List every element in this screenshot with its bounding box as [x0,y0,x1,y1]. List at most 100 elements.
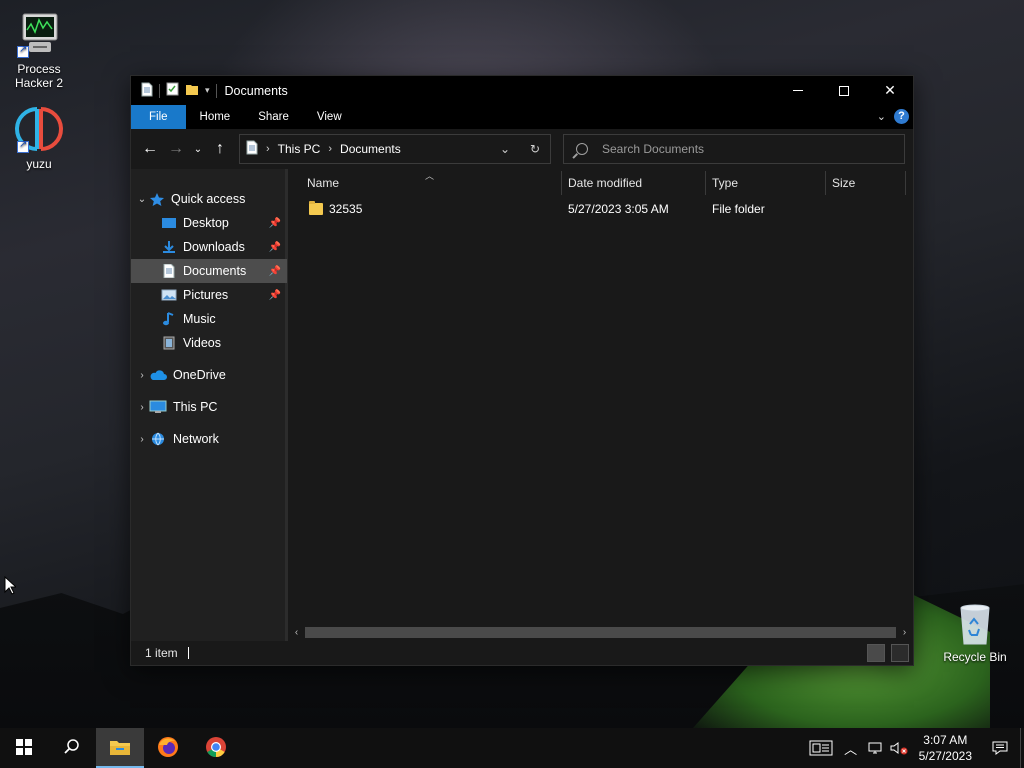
mouse-cursor-icon [4,575,18,598]
sort-ascending-icon: ︿ [425,171,435,181]
volume-muted-icon[interactable] [887,728,911,768]
collapsed-chevron-icon[interactable]: › [135,402,149,413]
horizontal-scrollbar[interactable]: ‹ › [288,624,913,641]
back-arrow-icon: ← [142,140,158,157]
explorer-window: ▾ Documents ✕ File Home Share View ⌄ ? ← [130,75,914,666]
file-row[interactable]: 32535 5/27/2023 3:05 AM File folder [288,197,913,221]
breadcrumb-separator-icon[interactable]: › [328,143,332,155]
back-button[interactable]: ← [139,138,161,160]
breadcrumb-this-pc[interactable]: This PC [278,142,321,156]
collapsed-chevron-icon[interactable]: › [135,370,149,381]
documents-icon [161,263,177,279]
nav-item-downloads[interactable]: Downloads 📌 [131,235,287,259]
help-icon[interactable]: ? [894,109,909,124]
yuzu-icon [15,105,63,153]
column-divider[interactable] [825,171,826,195]
large-icons-view-icon[interactable] [891,644,909,662]
tab-view[interactable]: View [303,105,356,129]
nav-item-music[interactable]: Music [131,307,287,331]
nav-onedrive[interactable]: › OneDrive [131,363,287,387]
nav-this-pc[interactable]: › This PC [131,395,287,419]
file-name-cell: 32535 [309,197,362,221]
column-divider[interactable] [705,171,706,195]
collapsed-chevron-icon[interactable]: › [135,434,149,445]
column-header-size[interactable]: Size [832,169,855,197]
taskbar-firefox[interactable] [144,728,192,768]
nav-item-videos[interactable]: Videos [131,331,287,355]
nav-label: This PC [173,400,218,414]
show-desktop-button[interactable] [1020,728,1024,768]
new-folder-icon[interactable] [185,82,199,99]
search-button[interactable] [48,728,96,768]
navigation-pane: ⌄ Quick access Desktop 📌 Downloads 📌 Doc… [131,169,288,641]
maximize-button[interactable] [821,76,867,105]
breadcrumb-documents[interactable]: Documents [340,142,401,156]
taskbar: ︿ 3:07 AM 5/27/2023 [0,728,1024,768]
desktop-icon-yuzu[interactable]: yuzu [2,105,76,171]
item-count: 1 item [145,646,178,660]
customize-qat-icon[interactable]: ▾ [205,85,210,96]
title-bar[interactable]: ▾ Documents ✕ [131,76,913,105]
news-widget-icon[interactable] [803,728,839,768]
taskbar-file-explorer[interactable] [96,728,144,768]
nav-label: Quick access [171,192,246,206]
show-hidden-icons-chevron-up-icon[interactable]: ︿ [839,728,863,768]
status-bar: 1 item [131,641,913,665]
taskbar-clock[interactable]: 3:07 AM 5/27/2023 [911,732,980,764]
documents-location-icon [246,140,258,158]
music-note-icon [161,312,177,326]
desktop-icon-process-hacker[interactable]: Process Hacker 2 [2,10,76,90]
nav-item-desktop[interactable]: Desktop 📌 [131,211,287,235]
pin-icon[interactable]: 📌 [269,266,281,277]
pin-icon[interactable]: 📌 [269,290,281,301]
shortcut-arrow-icon [17,139,29,153]
pin-icon[interactable]: 📌 [269,218,281,229]
search-placeholder: Search Documents [602,142,705,156]
pin-icon[interactable]: 📌 [269,242,281,253]
forward-button[interactable]: → [165,138,187,160]
nav-network[interactable]: › Network [131,427,287,451]
nav-item-documents[interactable]: Documents 📌 [131,259,287,283]
up-button[interactable]: ↑ [209,138,231,160]
column-header-date-modified[interactable]: Date modified [568,169,642,197]
desktop-icon-recycle-bin[interactable]: Recycle Bin [938,602,1012,664]
notifications-icon[interactable] [980,728,1020,768]
network-icon[interactable] [863,728,887,768]
column-divider[interactable] [905,171,906,195]
search-box[interactable]: Search Documents [563,134,905,164]
breadcrumb-separator-icon[interactable]: › [266,143,270,155]
expand-ribbon-chevron-icon[interactable]: ⌄ [877,110,886,123]
window-title: Documents [224,83,288,98]
content-area: ⌄ Quick access Desktop 📌 Downloads 📌 Doc… [131,169,913,641]
star-icon [149,192,165,206]
recycle-bin-icon [951,602,999,646]
close-icon: ✕ [884,82,896,98]
expanded-chevron-icon[interactable]: ⌄ [135,194,149,205]
desktop-icon-label: Hacker 2 [14,76,64,90]
recent-locations-button[interactable]: ⌄ [191,138,205,160]
properties-icon[interactable] [166,82,179,99]
nav-quick-access[interactable]: ⌄ Quick access [131,187,287,211]
nav-label: Videos [183,336,221,350]
scrollbar-thumb[interactable] [305,627,896,638]
details-view-icon[interactable] [867,644,885,662]
nav-item-pictures[interactable]: Pictures 📌 [131,283,287,307]
nav-label: Network [173,432,219,446]
address-bar[interactable]: › This PC › Documents ⌄ ↻ [239,134,551,164]
nav-label: Documents [183,264,247,278]
column-divider[interactable] [561,171,562,195]
minimize-button[interactable] [775,76,821,105]
close-button[interactable]: ✕ [867,76,913,105]
address-dropdown-icon[interactable]: ⌄ [490,142,520,156]
scroll-left-icon[interactable]: ‹ [288,627,305,638]
tab-home[interactable]: Home [186,105,245,129]
column-header-type[interactable]: Type [712,169,738,197]
column-header-name[interactable]: Name [307,169,339,197]
scroll-right-icon[interactable]: › [896,627,913,638]
file-name: 32535 [329,202,363,216]
tab-file[interactable]: File [131,105,186,129]
taskbar-chrome[interactable] [192,728,240,768]
start-button[interactable] [0,728,48,768]
tab-share[interactable]: Share [244,105,303,129]
refresh-icon[interactable]: ↻ [520,142,550,156]
